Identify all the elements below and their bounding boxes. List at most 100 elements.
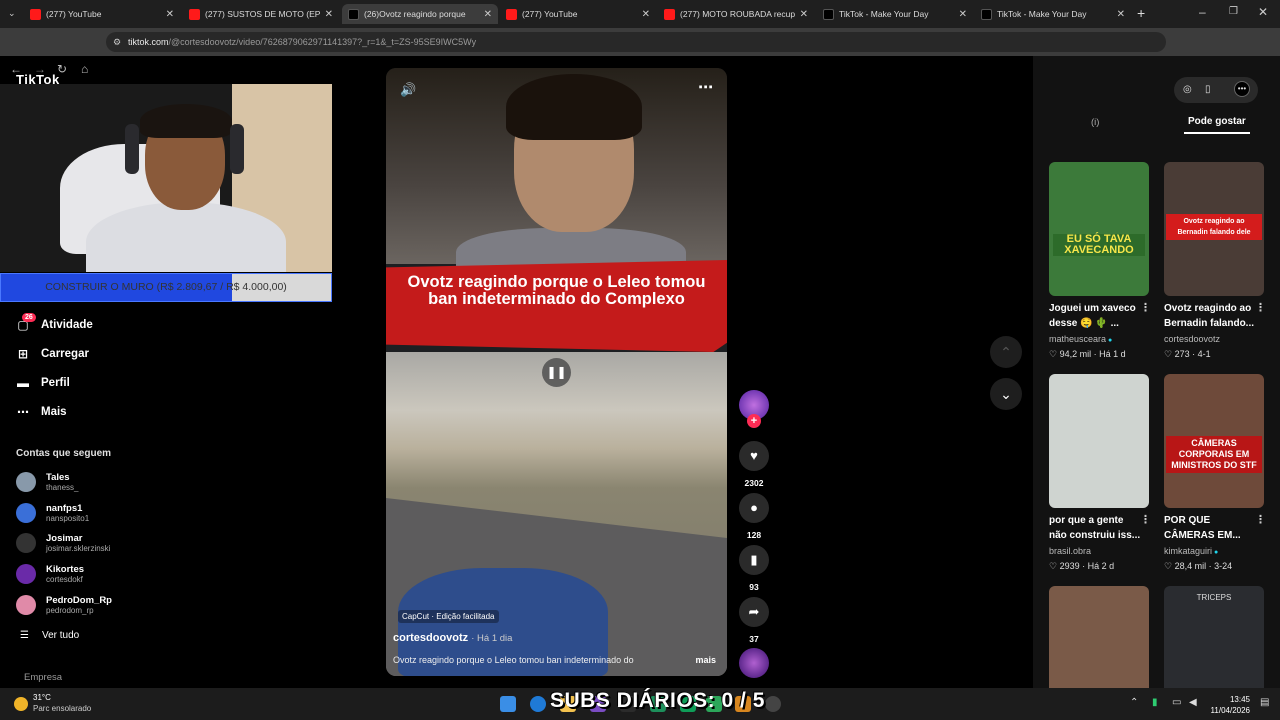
avatar[interactable] <box>16 502 36 523</box>
next-video-button[interactable]: ⌄ <box>990 378 1022 410</box>
compass-icon[interactable]: ◎ <box>1183 84 1192 95</box>
weather-icon[interactable] <box>14 697 28 711</box>
video-thumbnail[interactable]: CÂMERAS CORPORAIS EM MINISTROS DO STF <box>1164 374 1264 508</box>
browser-tab[interactable]: (277) SUSTOS DE MOTO (EP. 25 ✕ <box>183 4 339 24</box>
notifications-icon[interactable]: ▤ <box>1260 697 1269 708</box>
weather-temp[interactable]: 31°C <box>33 693 51 702</box>
like-button[interactable]: ♥ 2302 <box>739 441 769 488</box>
close-tab-icon[interactable]: ✕ <box>959 9 967 20</box>
avatar[interactable] <box>16 594 36 615</box>
tab-info[interactable]: (i) <box>1091 117 1099 128</box>
card-author[interactable]: matheusceara ● <box>1049 334 1112 344</box>
obs-icon[interactable] <box>765 696 781 712</box>
comment-button[interactable]: ● 128 <box>739 493 769 540</box>
close-tab-icon[interactable]: ✕ <box>325 9 333 20</box>
system-clock[interactable]: 13:45 11/04/2026 <box>1208 694 1250 716</box>
avatar[interactable] <box>16 533 36 554</box>
previous-video-button[interactable]: ⌃ <box>990 336 1022 368</box>
home-icon[interactable]: ⌂ <box>81 62 88 76</box>
url-field[interactable]: ⚙ tiktok.com/@cortesdoovotz/video/762687… <box>106 32 1166 52</box>
mic-icon[interactable]: ▮ <box>1152 697 1158 708</box>
caption-more-button[interactable]: mais <box>695 655 716 665</box>
video-author[interactable]: cortesdoovotz · Há 1 dia <box>393 632 512 644</box>
youtube-icon <box>30 8 41 20</box>
see-all-button[interactable]: ☰ Ver tudo <box>20 630 79 641</box>
heart-outline-icon: ♡ <box>1049 349 1060 359</box>
tab-search-icon[interactable]: ⌄ <box>8 8 16 19</box>
avatar[interactable] <box>16 564 36 585</box>
save-button[interactable]: ▮ 93 <box>739 545 769 592</box>
video-thumbnail[interactable]: EU SÓ TAVA XAVECANDO <box>1049 162 1149 296</box>
browser-tab[interactable]: (26)Ovotz reagindo porque ✕ <box>342 4 498 24</box>
card-options-icon[interactable]: ⋮ <box>1255 513 1266 526</box>
company-link[interactable]: Empresa <box>24 672 62 683</box>
close-tab-icon[interactable]: ✕ <box>642 9 650 20</box>
followed-account[interactable]: PedroDom_Rp pedrodom_rp <box>16 594 112 615</box>
thumbnail-text: Ovotz reagindo ao Bernadin falando dele <box>1166 214 1262 240</box>
site-info-icon[interactable]: ⚙ <box>113 32 121 52</box>
tab-title: TikTok - Make Your Day <box>839 9 929 19</box>
account-handle: pedrodom_rp <box>46 605 94 615</box>
followed-account[interactable]: nanfps1 nansposito1 <box>16 502 89 523</box>
followed-account[interactable]: Tales thaness_ <box>16 472 78 492</box>
pause-button[interactable]: ❚❚ <box>542 358 571 387</box>
edge-icon[interactable] <box>530 696 546 712</box>
card-author[interactable]: kimkataguiri ● <box>1164 546 1218 556</box>
author-name[interactable]: cortesdoovotz <box>393 632 468 644</box>
video-thumbnail[interactable]: Ovotz reagindo ao Bernadin falando dele <box>1164 162 1264 296</box>
card-likes: 94,2 mil <box>1059 349 1092 359</box>
followed-account[interactable]: Josimar josimar.sklerzinski <box>16 533 110 554</box>
account-text: Josimar josimar.sklerzinski <box>46 533 110 553</box>
menu-item-upload[interactable]: ⊞ Carregar <box>16 347 89 361</box>
new-tab-button[interactable]: + <box>1137 5 1145 21</box>
account-name: Josimar <box>46 533 83 545</box>
card-author[interactable]: cortesdoovotz <box>1164 334 1220 344</box>
capcut-label[interactable]: CapCut · Edição facilitada <box>398 610 499 623</box>
donation-goal-bar: CONSTRUIR O MURO (R$ 2.809,67 / R$ 4.000… <box>0 273 332 302</box>
avatar[interactable] <box>16 472 36 492</box>
card-title[interactable]: Ovotz reagindo ao Bernadin falando... <box>1164 301 1258 331</box>
url-path: /@cortesdoovotz/video/762687906297114139… <box>168 37 477 47</box>
card-author[interactable]: brasil.obra <box>1049 546 1091 556</box>
card-options-icon[interactable]: ⋮ <box>1140 301 1151 314</box>
device-icon[interactable]: ▯ <box>1205 84 1211 95</box>
music-disc-icon[interactable] <box>739 648 769 678</box>
minimize-button[interactable]: – <box>1199 5 1206 19</box>
tab-you-may-like[interactable]: Pode gostar <box>1188 116 1246 127</box>
close-window-button[interactable]: ✕ <box>1258 5 1268 19</box>
close-tab-icon[interactable]: ✕ <box>1117 9 1125 20</box>
follow-button[interactable]: + <box>747 414 761 428</box>
start-icon[interactable] <box>500 696 516 712</box>
video-player[interactable]: Ovotz reagindo porque o Leleo tomou ban … <box>386 68 727 676</box>
share-button[interactable]: ➦ 37 <box>739 597 769 644</box>
followed-account[interactable]: Kikortes cortesdokf <box>16 564 84 585</box>
clock-date: 11/04/2026 <box>1210 706 1250 715</box>
card-options-icon[interactable]: ⋮ <box>1140 513 1151 526</box>
browser-tab[interactable]: (277) YouTube ✕ <box>24 4 180 24</box>
restore-button[interactable]: ❐ <box>1229 6 1238 17</box>
video-more-options-icon[interactable]: ⋯ <box>698 78 713 96</box>
separator: · <box>1206 561 1215 571</box>
video-thumbnail[interactable] <box>1049 374 1149 508</box>
browser-tab[interactable]: TikTok - Make Your Day ✕ <box>975 4 1131 24</box>
card-title[interactable]: Joguei um xaveco desse 🤤 🌵 ... <box>1049 301 1143 331</box>
menu-item-profile[interactable]: ▬ Perfil <box>16 376 70 390</box>
weather-desc[interactable]: Parc ensolarado <box>33 704 91 713</box>
menu-item-more[interactable]: ⋯ Mais <box>16 405 67 419</box>
speaker-icon[interactable]: ◀ <box>1189 697 1197 708</box>
volume-icon[interactable]: 🔊 <box>400 82 416 98</box>
card-options-icon[interactable]: ⋮ <box>1255 301 1266 314</box>
close-tab-icon[interactable]: ✕ <box>484 9 492 20</box>
browser-tab[interactable]: (277) YouTube ✕ <box>500 4 656 24</box>
close-tab-icon[interactable]: ✕ <box>166 9 174 20</box>
card-stats: ♡ 94,2 mil · Há 1 d <box>1049 349 1126 360</box>
browser-tab[interactable]: TikTok - Make Your Day ✕ <box>817 4 973 24</box>
card-title[interactable]: POR QUE CÂMERAS EM... <box>1164 513 1258 543</box>
card-title[interactable]: por que a gente não construiu iss... <box>1049 513 1143 543</box>
account-icon[interactable]: ••• <box>1234 81 1250 97</box>
network-icon[interactable]: ▭ <box>1172 697 1181 708</box>
browser-tab[interactable]: (277) MOTO ROUBADA recupe ✕ <box>658 4 814 24</box>
tab-title: (277) MOTO ROUBADA recupe <box>680 9 795 19</box>
close-tab-icon[interactable]: ✕ <box>800 9 808 20</box>
tray-chevron-icon[interactable]: ⌃ <box>1130 697 1138 708</box>
